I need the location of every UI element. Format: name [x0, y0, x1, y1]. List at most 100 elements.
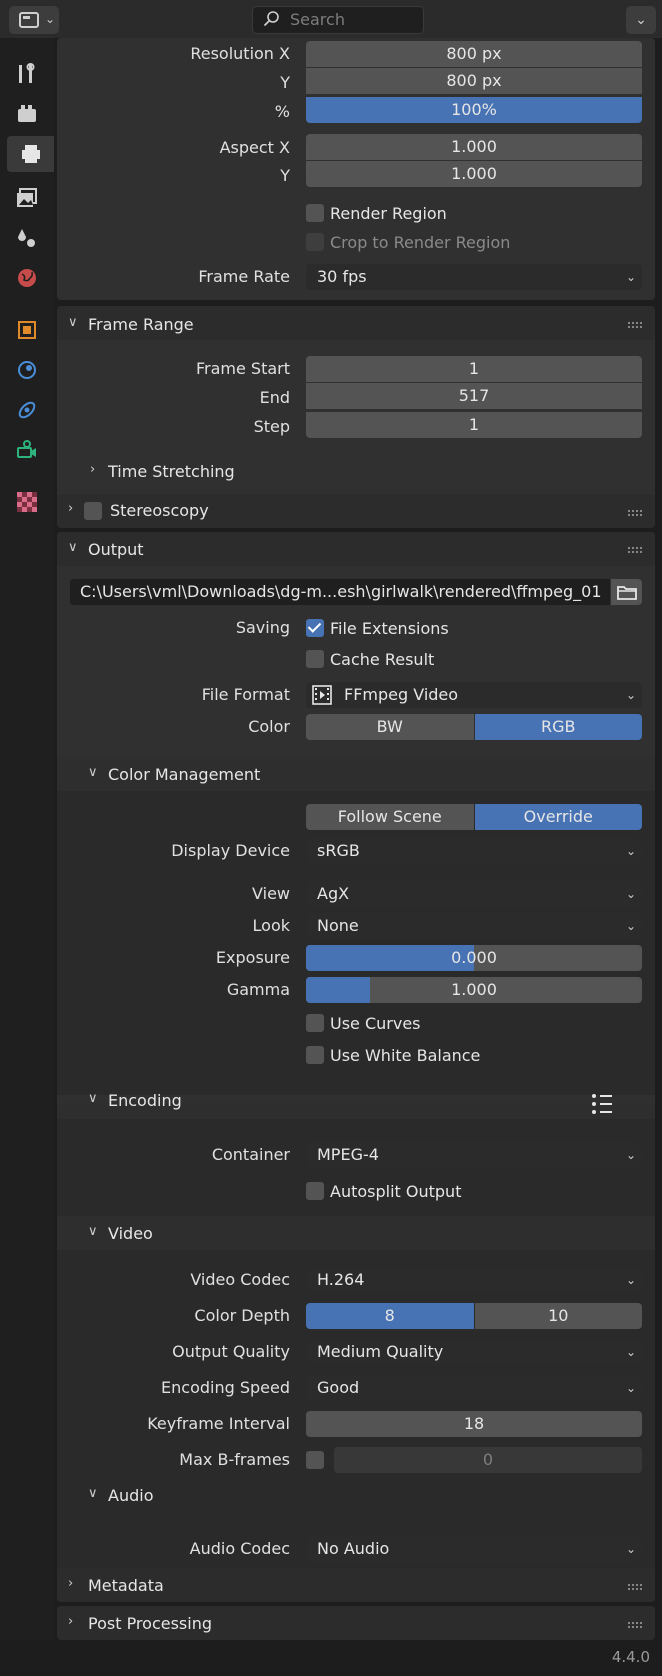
frame-step-field[interactable]: 1 [306, 412, 642, 438]
cache-result-checkbox[interactable]: Cache Result [306, 647, 434, 671]
drag-handle-icon[interactable] [627, 1583, 643, 1591]
chevron-down-icon: ⌄ [625, 1345, 636, 1359]
render-icon [18, 105, 36, 122]
max-b-frames-checkbox[interactable] [306, 1451, 324, 1469]
color-bw-option[interactable]: BW [306, 714, 474, 740]
search-icon [263, 11, 279, 27]
tab-object[interactable] [7, 312, 47, 348]
container-dropdown[interactable]: MPEG-4 ⌄ [306, 1142, 642, 1168]
encoding-speed-dropdown[interactable]: Good ⌄ [306, 1375, 642, 1401]
resolution-percent-slider[interactable]: 100% [306, 97, 642, 123]
file-format-value: FFmpeg Video [344, 685, 459, 704]
tab-physics[interactable] [7, 352, 47, 388]
follow-scene-option[interactable]: Follow Scene [306, 804, 474, 830]
video-codec-dropdown[interactable]: H.264 ⌄ [306, 1267, 642, 1293]
frame-range-title: Frame Range [88, 315, 194, 334]
aspect-y-field[interactable]: 1.000 [306, 161, 642, 187]
checkbox-box [306, 1014, 324, 1032]
options-dropdown-button[interactable]: ⌄ [626, 6, 656, 34]
gamma-value: 1.000 [451, 980, 497, 999]
audio-title: Audio [108, 1486, 154, 1505]
use-white-balance-label: Use White Balance [330, 1045, 481, 1065]
tab-tool[interactable] [7, 56, 47, 92]
file-format-label: File Format [201, 685, 290, 704]
resolution-y-label: Y [280, 73, 290, 92]
exposure-slider[interactable]: 0.000 [306, 945, 642, 971]
frame-rate-dropdown[interactable]: 30 fps ⌄ [306, 264, 642, 290]
tab-view-layer[interactable] [7, 180, 47, 216]
max-b-frames-field[interactable]: 0 [334, 1447, 642, 1473]
tab-world[interactable] [7, 260, 47, 296]
resolution-x-field[interactable]: 800 px [306, 41, 642, 67]
properties-editor-icon [19, 12, 39, 28]
drag-handle-icon[interactable] [627, 546, 643, 554]
checkbox-box [306, 619, 324, 637]
autosplit-checkbox[interactable]: Autosplit Output [306, 1179, 461, 1203]
use-white-balance-checkbox[interactable]: Use White Balance [306, 1043, 480, 1067]
chevron-down-icon: ⌄ [625, 1148, 636, 1162]
color-rgb-option[interactable]: RGB [474, 714, 642, 740]
video-codec-label: Video Codec [190, 1270, 290, 1289]
aspect-x-field[interactable]: 1.000 [306, 134, 642, 160]
output-path-field[interactable]: C:\Users\vml\Downloads\dg-m...esh\girlwa… [70, 579, 610, 605]
drag-handle-icon[interactable] [627, 509, 643, 517]
film-strip-icon [312, 685, 332, 705]
look-dropdown[interactable]: None ⌄ [306, 913, 642, 939]
color-depth-label: Color Depth [194, 1306, 290, 1325]
color-mode-label: Color [248, 717, 290, 736]
video-codec-value: H.264 [317, 1270, 365, 1289]
search-field[interactable]: Search [252, 6, 424, 34]
look-value: None [317, 916, 359, 935]
tab-data[interactable] [7, 432, 47, 468]
resolution-y-field[interactable]: 800 px [306, 68, 642, 94]
drag-handle-icon[interactable] [627, 1621, 643, 1629]
color-depth-toggle: 8 10 [306, 1303, 642, 1329]
display-device-label: Display Device [171, 841, 290, 860]
editor-type-button[interactable]: ⌄ [9, 6, 59, 34]
display-device-dropdown[interactable]: sRGB ⌄ [306, 838, 642, 864]
chevron-down-icon: ∨ [88, 765, 98, 780]
color-management-toggle: Follow Scene Override [306, 804, 642, 830]
view-dropdown[interactable]: AgX ⌄ [306, 881, 642, 907]
tab-output[interactable] [7, 136, 54, 172]
status-bar: 4.4.0 [0, 1640, 662, 1676]
properties-content: Resolution X 800 px Y 800 px % 100% Aspe… [54, 38, 662, 1640]
frame-start-field[interactable]: 1 [306, 356, 642, 382]
output-header[interactable] [57, 532, 655, 566]
depth-8-option[interactable]: 8 [306, 1303, 474, 1329]
tab-texture[interactable] [7, 484, 47, 520]
output-quality-dropdown[interactable]: Medium Quality ⌄ [306, 1339, 642, 1365]
depth-10-option[interactable]: 10 [474, 1303, 642, 1329]
chevron-down-icon: ∨ [68, 315, 78, 330]
keyframe-interval-field[interactable]: 18 [306, 1411, 642, 1437]
crop-region-checkbox[interactable]: Crop to Render Region [306, 230, 510, 254]
stereoscopy-checkbox[interactable] [84, 502, 102, 520]
render-region-checkbox[interactable]: Render Region [306, 201, 447, 225]
audio-codec-dropdown[interactable]: No Audio ⌄ [306, 1536, 642, 1562]
object-icon [18, 321, 36, 339]
chevron-down-icon: ⌄ [625, 1542, 636, 1556]
override-option[interactable]: Override [474, 804, 642, 830]
frame-end-field[interactable]: 517 [306, 383, 642, 409]
file-extensions-checkbox[interactable]: File Extensions [306, 616, 449, 640]
gamma-slider[interactable]: 1.000 [306, 977, 642, 1003]
encoding-title: Encoding [108, 1091, 182, 1110]
tab-scene[interactable] [7, 220, 47, 256]
stereoscopy-title: Stereoscopy [110, 501, 209, 520]
chevron-down-icon: ⌄ [625, 1381, 636, 1395]
drag-handle-icon[interactable] [627, 321, 643, 329]
checkbox-box [306, 650, 324, 668]
file-format-dropdown[interactable]: FFmpeg Video ⌄ [306, 682, 642, 708]
use-curves-checkbox[interactable]: Use Curves [306, 1011, 421, 1035]
tab-constraints[interactable] [7, 392, 47, 428]
browse-folder-button[interactable] [611, 579, 642, 605]
chevron-right-icon: › [68, 1576, 74, 1591]
output-quality-label: Output Quality [172, 1342, 290, 1361]
output-title: Output [88, 540, 144, 559]
chevron-down-icon: ∨ [88, 1091, 98, 1106]
presets-list-icon[interactable] [590, 1093, 614, 1115]
look-label: Look [252, 916, 290, 935]
chevron-down-icon: ⌄ [625, 919, 636, 933]
tab-render[interactable] [7, 96, 47, 132]
physics-icon [18, 361, 36, 379]
